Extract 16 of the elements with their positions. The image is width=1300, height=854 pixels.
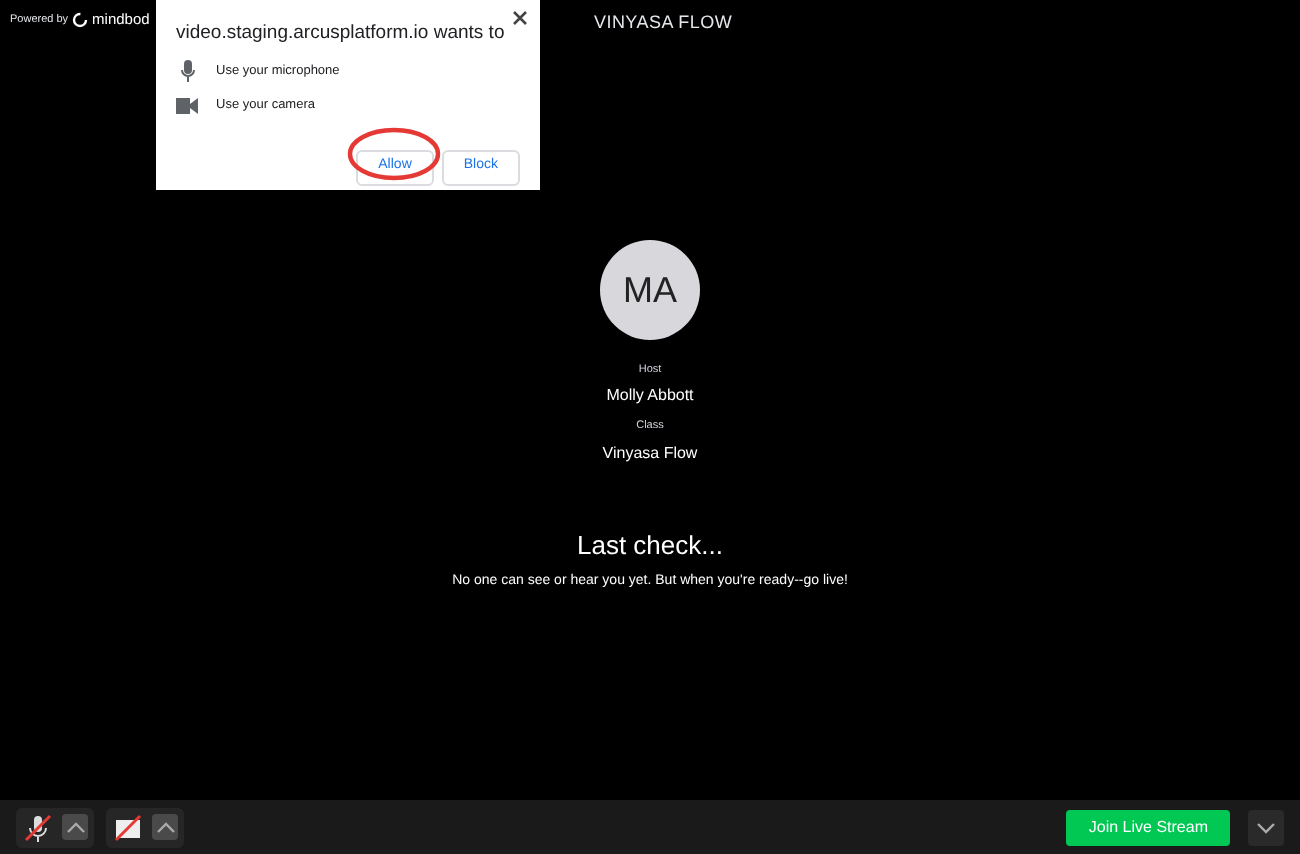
muted-microphone-icon[interactable]	[24, 813, 52, 841]
chevron-up-icon[interactable]	[65, 821, 85, 833]
avatar: MA	[600, 240, 700, 340]
host-name: Molly Abbott	[606, 384, 694, 409]
popup-title: video.staging.arcusplatform.io wants to	[176, 20, 507, 48]
chevron-down-icon[interactable]	[1256, 821, 1276, 833]
chevron-up-icon[interactable]	[155, 821, 175, 833]
class-title: VINYASA FLOW	[594, 10, 733, 36]
last-check-heading: Last check...	[577, 527, 723, 563]
camera-icon	[176, 97, 198, 114]
options-button[interactable]	[1248, 809, 1284, 845]
close-icon[interactable]	[512, 10, 528, 26]
microphone-icon	[179, 60, 195, 83]
muted-camera-icon[interactable]	[114, 813, 142, 841]
brand-logo-icon	[72, 12, 89, 28]
class-name: Vinyasa Flow	[602, 441, 698, 465]
